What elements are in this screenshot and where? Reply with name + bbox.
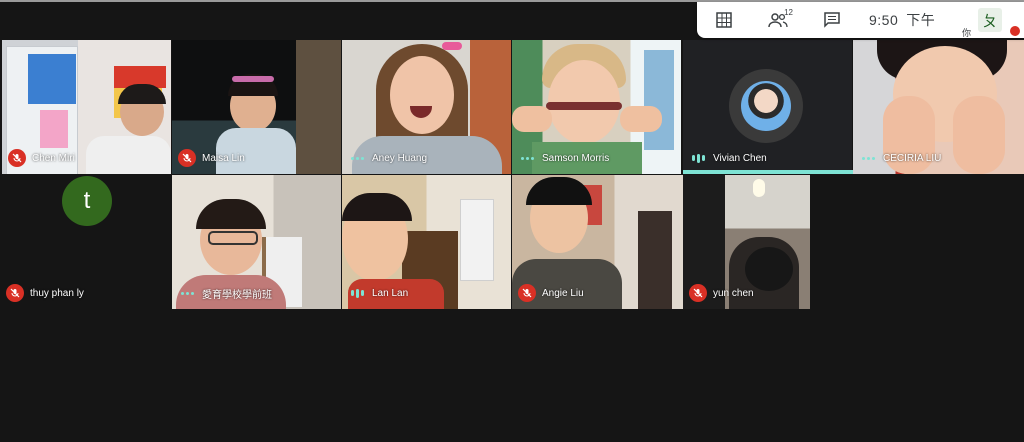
participant-label: thuy phan ly <box>6 284 84 302</box>
participant-label: Chen Miri <box>8 149 75 167</box>
chat-icon <box>824 12 840 28</box>
participant-label: yun chen <box>689 284 754 302</box>
clock-time: 9:50 <box>869 12 899 28</box>
participant-count-badge: 12 <box>784 8 793 17</box>
participant-label: Angie Liu <box>518 284 584 302</box>
mic-off-icon <box>8 149 26 167</box>
audio-level-icon <box>689 149 707 167</box>
participant-label: Aney Huang <box>348 149 427 167</box>
mic-off-icon <box>689 284 707 302</box>
participant-name: CECIRIA LIU <box>883 152 942 164</box>
participant-name: Angie Liu <box>542 287 584 299</box>
meeting-toolbar: 12 9:50 下午 你 ㄆ <box>697 2 1024 38</box>
participant-grid: Chen Miri Maisa Lin Aney Huang Samson Mo… <box>0 40 1024 310</box>
participant-name: yun chen <box>713 287 754 299</box>
participant-tile[interactable]: 愛育學校學前班 <box>172 175 341 309</box>
participant-name: Samson Morris <box>542 152 610 164</box>
audio-level-icon <box>178 284 196 302</box>
audio-level-icon <box>348 284 366 302</box>
grid-view-button[interactable] <box>697 2 751 38</box>
avatar <box>729 69 803 143</box>
participant-label: Samson Morris <box>518 149 609 167</box>
participant-label: Maisa Lin <box>178 149 245 167</box>
participant-label: CECIRIA LIU <box>859 149 941 167</box>
participant-label: Lan Lan <box>348 284 408 302</box>
clock-ampm: 下午 <box>906 12 936 28</box>
people-button[interactable]: 12 <box>751 2 805 38</box>
participant-name: thuy phan ly <box>30 287 84 299</box>
notification-dot-icon <box>1010 26 1020 36</box>
mic-off-icon <box>178 149 196 167</box>
active-speaker-indicator <box>683 170 853 174</box>
participant-name: Chen Miri <box>32 152 75 164</box>
participant-tile[interactable]: Chen Miri <box>2 40 171 174</box>
participant-tile[interactable]: Samson Morris <box>512 40 681 174</box>
participant-label: Vivian Chen <box>689 149 767 167</box>
audio-level-icon <box>518 149 536 167</box>
avatar: t <box>62 176 112 226</box>
participant-label: 愛育學校學前班 <box>178 284 272 302</box>
participant-name: Maisa Lin <box>202 152 245 164</box>
participant-name: Aney Huang <box>372 152 428 164</box>
participant-name: Lan Lan <box>372 287 409 299</box>
participant-tile[interactable]: Aney Huang <box>342 40 511 174</box>
chat-button[interactable] <box>805 2 859 38</box>
ime-char-small: 你 <box>962 28 972 38</box>
audio-level-icon <box>348 149 366 167</box>
participant-tile[interactable]: CECIRIA LIU <box>853 40 1024 174</box>
audio-level-icon <box>859 149 877 167</box>
participant-tile[interactable]: Angie Liu <box>512 175 683 309</box>
participant-tile[interactable]: Maisa Lin <box>172 40 341 174</box>
profile-photo <box>741 81 791 131</box>
input-method-indicator[interactable]: 你 ㄆ <box>960 2 1024 38</box>
mic-off-icon <box>518 284 536 302</box>
grid-view-icon <box>716 12 732 28</box>
participant-name: Vivian Chen <box>713 152 767 164</box>
ime-icon: ㄆ <box>978 8 1002 32</box>
participant-tile[interactable]: yun chen <box>683 175 810 309</box>
participant-tile[interactable]: Lan Lan <box>342 175 511 309</box>
mic-off-icon <box>6 284 24 302</box>
participant-name: 愛育學校學前班 <box>202 289 272 301</box>
